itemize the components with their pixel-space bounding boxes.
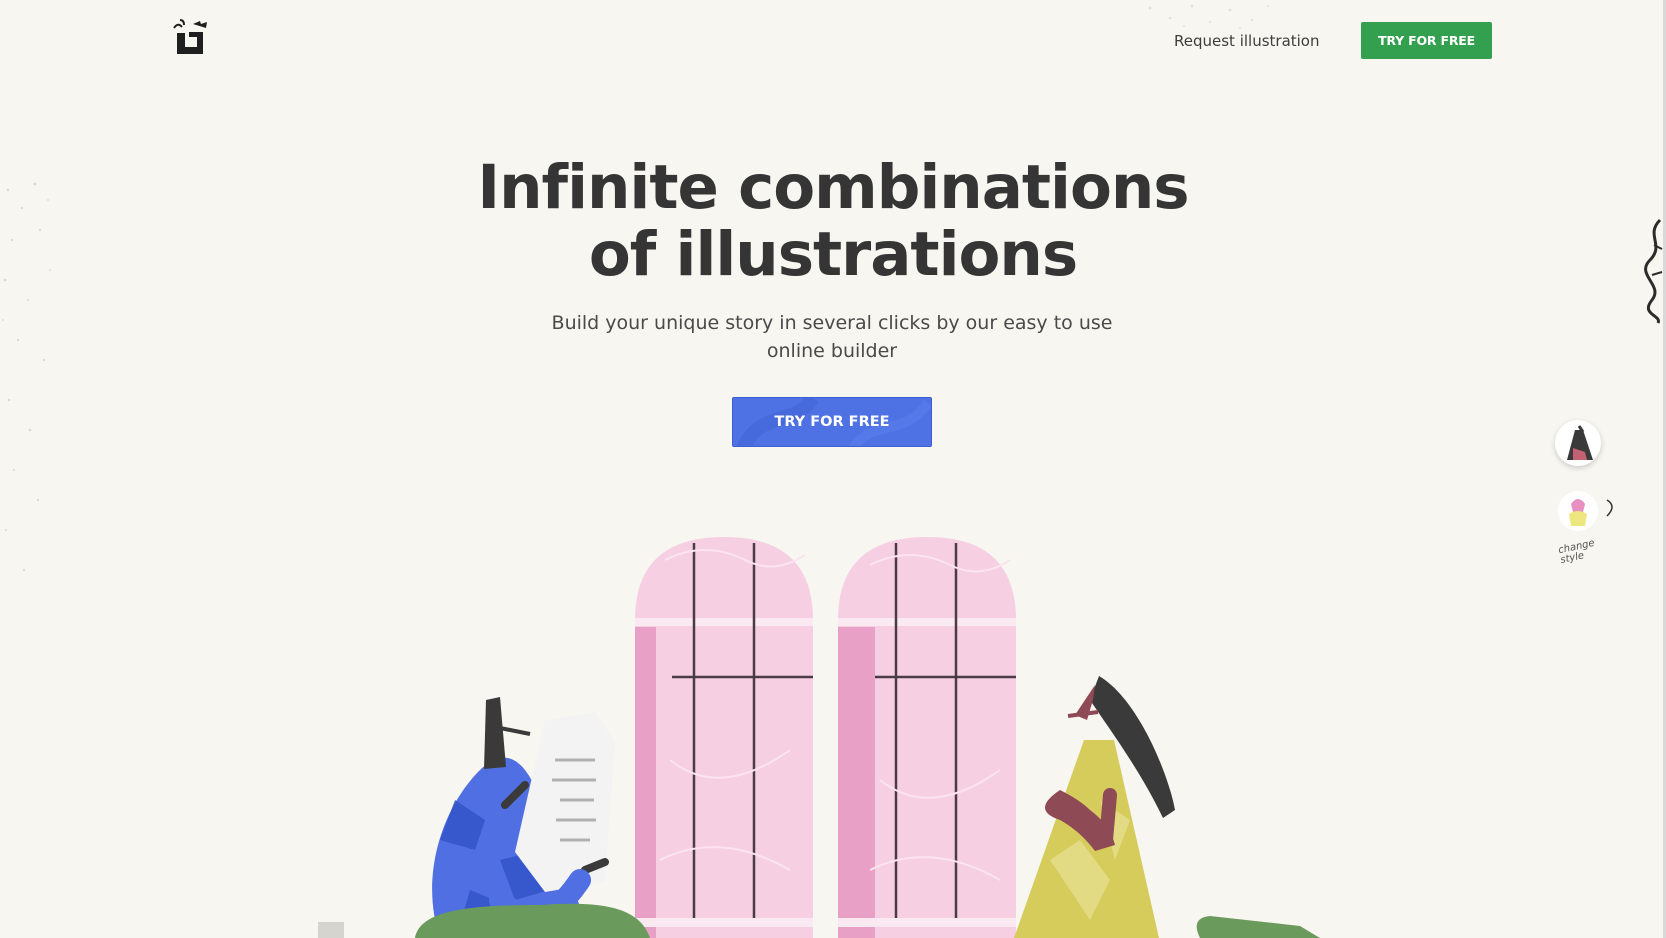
hero-title-line-1: Infinite combinations [477, 152, 1189, 223]
request-illustration-link[interactable]: Request illustration [1174, 32, 1320, 50]
floor-object [318, 922, 344, 938]
standing-person [1014, 676, 1175, 938]
left-window [635, 537, 813, 938]
green-seat [1196, 916, 1320, 938]
style-option-1[interactable] [1555, 420, 1601, 466]
try-for-free-hero-label: TRY FOR FREE [774, 414, 890, 430]
hero-subtitle: Build your unique story in several click… [551, 312, 1113, 362]
change-style-caption: change style [1557, 534, 1621, 566]
right-window [838, 537, 1016, 938]
cat-face-logo-icon[interactable] [171, 19, 211, 59]
hero-illustration [318, 537, 1320, 938]
style-option-2[interactable] [1555, 488, 1601, 534]
reading-person [415, 697, 650, 938]
texture-speckle-top [1148, 4, 1269, 29]
hero-title: Infinite combinations of illustrations [0, 154, 1666, 288]
character-avatar-icon [1567, 425, 1593, 460]
try-for-free-header-button[interactable]: TRY FOR FREE [1361, 22, 1492, 59]
hero-title-line-2: of illustrations [588, 219, 1078, 290]
try-for-free-hero-button[interactable]: TRY FOR FREE [732, 397, 932, 447]
character-avatar-alt-icon [1558, 491, 1598, 531]
arrow-curl-icon [1606, 499, 1613, 517]
